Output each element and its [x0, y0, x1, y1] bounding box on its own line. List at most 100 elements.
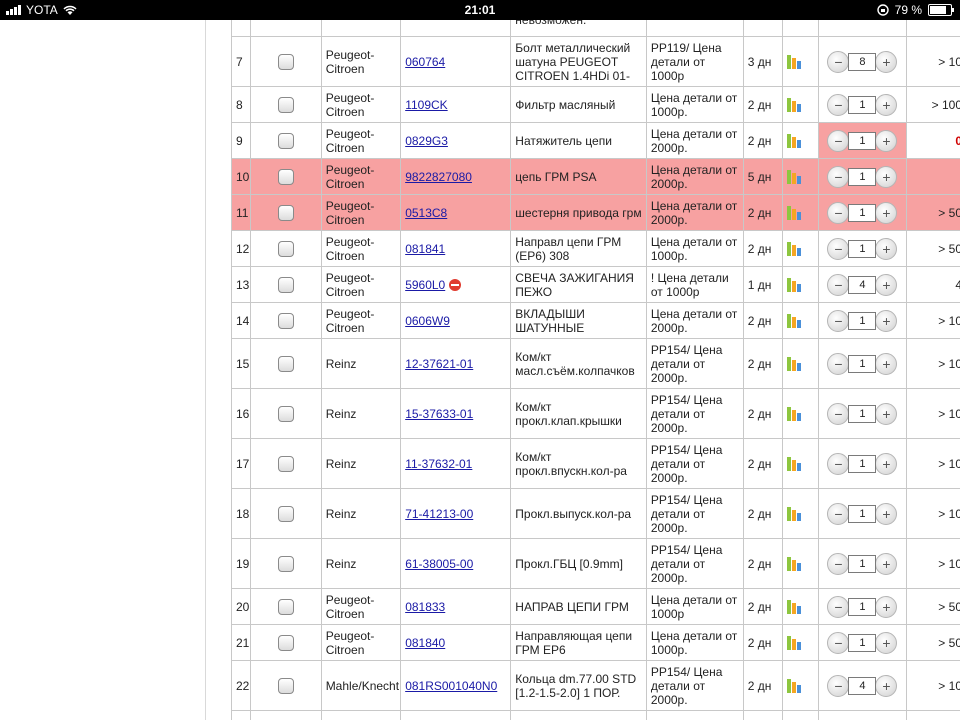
part-code-link[interactable]: 0829G3 [405, 134, 448, 148]
row-checkbox[interactable] [278, 555, 295, 572]
bar-chart-icon[interactable] [787, 678, 802, 693]
bar-chart-icon[interactable] [787, 556, 802, 571]
brand: Reinz [320, 488, 402, 539]
plus-icon[interactable]: + [875, 352, 898, 375]
plus-icon[interactable]: + [875, 595, 898, 618]
part-code-link[interactable]: 12-37621-01 [405, 357, 473, 371]
bar-chart-icon[interactable] [787, 205, 802, 220]
plus-icon[interactable]: + [875, 93, 898, 116]
part-code-link[interactable]: 081RS001040N0 [405, 679, 497, 693]
price-note: Цена детали от 1000р. [645, 230, 744, 267]
minus-icon[interactable]: − [827, 674, 850, 697]
part-code-link[interactable]: 9822827080 [405, 170, 472, 184]
bar-chart-icon[interactable] [787, 277, 802, 292]
row-checkbox[interactable] [278, 276, 295, 293]
row-checkbox[interactable] [278, 405, 295, 422]
minus-icon[interactable]: − [827, 201, 850, 224]
minus-icon[interactable]: − [827, 309, 850, 332]
minus-icon[interactable]: − [827, 129, 850, 152]
bar-chart-icon[interactable] [787, 169, 802, 184]
plus-icon[interactable]: + [875, 129, 898, 152]
part-code-link[interactable]: 15-37633-01 [405, 407, 473, 421]
minus-icon[interactable]: − [827, 273, 850, 296]
minus-icon[interactable]: − [827, 352, 850, 375]
quantity-input[interactable]: 1 [848, 311, 877, 330]
bar-chart-icon[interactable] [787, 54, 802, 69]
part-code-link[interactable]: 081841 [405, 242, 445, 256]
bar-chart-icon[interactable] [787, 97, 802, 112]
part-code-link[interactable]: 11-37632-01 [405, 457, 472, 471]
row-checkbox[interactable] [278, 677, 295, 694]
quantity-input[interactable]: 1 [848, 167, 877, 186]
part-code-link[interactable]: 71-41213-00 [405, 507, 473, 521]
quantity-input[interactable]: 1 [848, 354, 877, 373]
row-checkbox[interactable] [278, 598, 295, 615]
row-checkbox[interactable] [278, 634, 295, 651]
part-code-link[interactable]: 060764 [405, 55, 445, 69]
row-checkbox[interactable] [278, 505, 295, 522]
quantity-input[interactable]: 1 [848, 203, 877, 222]
quantity-input[interactable]: 1 [848, 239, 877, 258]
part-code-link[interactable]: 0513C8 [405, 206, 447, 220]
row-checkbox[interactable] [278, 455, 295, 472]
plus-icon[interactable]: + [875, 631, 898, 654]
minus-icon[interactable]: − [827, 165, 850, 188]
quantity-input[interactable]: 1 [848, 633, 877, 652]
plus-icon[interactable]: + [875, 165, 898, 188]
part-code-link[interactable]: 5960L0 [405, 278, 445, 292]
quantity-input[interactable]: 1 [848, 597, 877, 616]
part-code-link[interactable]: 1109CK [405, 98, 447, 112]
quantity-input[interactable]: 1 [848, 554, 877, 573]
minus-icon[interactable]: − [827, 631, 850, 654]
minus-icon[interactable]: − [827, 595, 850, 618]
plus-icon[interactable]: + [875, 502, 898, 525]
bar-chart-icon[interactable] [787, 356, 802, 371]
row-checkbox[interactable] [278, 53, 295, 70]
plus-icon[interactable]: + [875, 309, 898, 332]
plus-icon[interactable]: + [875, 273, 898, 296]
quantity-input[interactable]: 1 [848, 95, 877, 114]
quantity-input[interactable]: 1 [848, 404, 877, 423]
bar-chart-icon[interactable] [787, 241, 802, 256]
row-checkbox[interactable] [278, 312, 295, 329]
quantity-input[interactable]: 1 [848, 131, 877, 150]
minus-icon[interactable]: − [827, 552, 850, 575]
quantity-input[interactable]: 8 [848, 52, 877, 71]
plus-icon[interactable]: + [875, 402, 898, 425]
row-checkbox[interactable] [278, 240, 295, 257]
bar-chart-icon[interactable] [787, 599, 802, 614]
row-checkbox[interactable] [278, 168, 295, 185]
row-checkbox[interactable] [278, 132, 295, 149]
part-code-link[interactable]: 081833 [405, 600, 445, 614]
part-code-link[interactable]: 61-38005-00 [405, 557, 473, 571]
row-checkbox[interactable] [278, 355, 295, 372]
minus-icon[interactable]: − [827, 50, 850, 73]
quantity-input[interactable]: 1 [848, 504, 877, 523]
bar-chart-icon[interactable] [787, 133, 802, 148]
bar-chart-icon[interactable] [787, 406, 802, 421]
bar-chart-icon[interactable] [787, 635, 802, 650]
plus-icon[interactable]: + [875, 237, 898, 260]
part-name: НАПРАВ ЦЕПИ ГРМ [510, 588, 647, 625]
plus-icon[interactable]: + [875, 201, 898, 224]
plus-icon[interactable]: + [875, 50, 898, 73]
minus-icon[interactable]: − [827, 237, 850, 260]
minus-icon[interactable]: − [827, 502, 850, 525]
bar-chart-icon[interactable] [787, 456, 802, 471]
quantity-input[interactable]: 4 [848, 275, 877, 294]
plus-icon[interactable]: + [875, 674, 898, 697]
plus-icon[interactable]: + [875, 552, 898, 575]
bar-chart-icon[interactable] [787, 506, 802, 521]
row-checkbox[interactable] [278, 204, 295, 221]
part-code-link[interactable]: 081840 [405, 636, 445, 650]
minus-icon[interactable]: − [827, 452, 850, 475]
minus-icon[interactable]: − [827, 402, 850, 425]
stock-count: > 100 [931, 97, 960, 112]
bar-chart-icon[interactable] [787, 313, 802, 328]
part-code-link[interactable]: 0606W9 [405, 314, 450, 328]
plus-icon[interactable]: + [875, 452, 898, 475]
minus-icon[interactable]: − [827, 93, 850, 116]
quantity-input[interactable]: 4 [848, 676, 877, 695]
quantity-input[interactable]: 1 [848, 454, 877, 473]
row-checkbox[interactable] [278, 96, 295, 113]
